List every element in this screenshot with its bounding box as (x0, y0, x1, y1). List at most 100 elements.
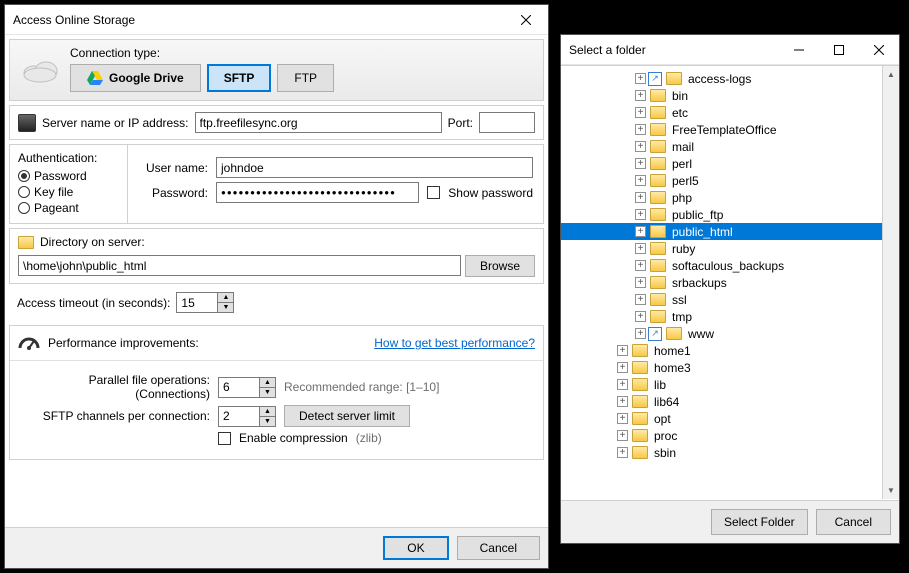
google-drive-button[interactable]: Google Drive (70, 64, 201, 92)
tree-item[interactable]: +public_ftp (561, 206, 899, 223)
detect-limit-button[interactable]: Detect server limit (284, 405, 410, 427)
expand-icon[interactable]: + (635, 209, 646, 220)
ftp-button[interactable]: FTP (277, 64, 334, 92)
folder-icon (632, 378, 648, 391)
parallel-stepper[interactable]: ▲▼ (218, 377, 276, 398)
auth-pageant-radio[interactable]: Pageant (18, 201, 117, 215)
expand-icon[interactable]: + (617, 447, 628, 458)
directory-label: Directory on server: (40, 235, 145, 249)
folder-icon (632, 446, 648, 459)
expand-icon[interactable]: + (635, 124, 646, 135)
folder-icon (650, 259, 666, 272)
tree-item[interactable]: +perl (561, 155, 899, 172)
port-input[interactable] (479, 112, 535, 133)
tree-item[interactable]: +mail (561, 138, 899, 155)
expand-icon[interactable]: + (635, 192, 646, 203)
expand-icon[interactable]: + (635, 328, 646, 339)
dialog-button-bar: OK Cancel (5, 527, 548, 568)
spin-up-icon[interactable]: ▲ (218, 293, 233, 303)
tree-item[interactable]: + lib64 (561, 393, 899, 410)
tree-item[interactable]: +ssl (561, 291, 899, 308)
server-input[interactable] (195, 112, 442, 133)
close-button[interactable] (859, 35, 899, 64)
expand-icon[interactable]: + (635, 158, 646, 169)
expand-icon[interactable]: + (635, 294, 646, 305)
tree-item[interactable]: +public_html (561, 223, 899, 240)
scrollbar[interactable]: ▲ ▼ (882, 66, 899, 499)
expand-icon[interactable]: + (635, 73, 646, 84)
tree-item[interactable]: +opt (561, 410, 899, 427)
folder-icon (650, 106, 666, 119)
expand-icon[interactable]: + (617, 430, 628, 441)
minimize-button[interactable] (779, 35, 819, 64)
tree-item[interactable]: +bin (561, 87, 899, 104)
expand-icon[interactable]: + (635, 260, 646, 271)
cancel-button[interactable]: Cancel (457, 536, 540, 560)
folder-icon (632, 429, 648, 442)
channels-stepper[interactable]: ▲▼ (218, 406, 276, 427)
expand-icon[interactable]: + (635, 90, 646, 101)
recommended-range: Recommended range: [1–10] (284, 380, 439, 394)
tree-item[interactable]: +etc (561, 104, 899, 121)
tree-item[interactable]: +proc (561, 427, 899, 444)
expand-icon[interactable]: + (635, 141, 646, 152)
sftp-button[interactable]: SFTP (207, 64, 272, 92)
expand-icon[interactable]: + (635, 311, 646, 322)
folder-tree[interactable]: +↗access-logs+bin+etc+FreeTemplateOffice… (561, 66, 899, 465)
tree-item[interactable]: +srbackups (561, 274, 899, 291)
tree-item[interactable]: +ruby (561, 240, 899, 257)
show-password-checkbox[interactable] (427, 186, 440, 199)
expand-icon[interactable]: + (635, 226, 646, 237)
tree-item[interactable]: +softaculous_backups (561, 257, 899, 274)
tree-item-label: www (688, 327, 714, 341)
shortcut-icon: ↗ (648, 327, 662, 341)
directory-input[interactable] (18, 255, 461, 276)
tree-item[interactable]: +↗ www (561, 325, 899, 342)
tree-item[interactable]: + sbin (561, 444, 899, 461)
expand-icon[interactable]: + (617, 345, 628, 356)
spin-down-icon[interactable]: ▼ (218, 303, 233, 312)
tree-item[interactable]: +perl5 (561, 172, 899, 189)
tree-item[interactable]: +home3 (561, 359, 899, 376)
titlebar: Select a folder (561, 35, 899, 65)
tree-item-label: sbin (654, 446, 676, 460)
window-title: Access Online Storage (13, 13, 503, 27)
expand-icon[interactable]: + (635, 277, 646, 288)
timeout-stepper[interactable]: ▲▼ (176, 292, 234, 313)
ok-button[interactable]: OK (383, 536, 448, 560)
expand-icon[interactable]: + (617, 413, 628, 424)
scroll-up-icon[interactable]: ▲ (883, 66, 899, 83)
tree-item-label: lib64 (654, 395, 679, 409)
show-password-label: Show password (448, 186, 533, 200)
folder-icon (650, 310, 666, 323)
username-input[interactable] (216, 157, 533, 178)
tree-item[interactable]: +home1 (561, 342, 899, 359)
expand-icon[interactable]: + (635, 243, 646, 254)
cloud-icon (20, 55, 60, 83)
compression-checkbox[interactable] (218, 432, 231, 445)
tree-item[interactable]: +tmp (561, 308, 899, 325)
expand-icon[interactable]: + (617, 362, 628, 373)
expand-icon[interactable]: + (617, 379, 628, 390)
tree-item[interactable]: +lib (561, 376, 899, 393)
tree-item[interactable]: +FreeTemplateOffice (561, 121, 899, 138)
browse-button[interactable]: Browse (465, 255, 535, 277)
expand-icon[interactable]: + (617, 396, 628, 407)
scroll-down-icon[interactable]: ▼ (883, 482, 899, 499)
performance-section: Performance improvements: How to get bes… (9, 325, 544, 460)
access-online-storage-dialog: Access Online Storage Connection type: G… (4, 4, 549, 569)
auth-keyfile-radio[interactable]: Key file (18, 185, 117, 199)
select-folder-button[interactable]: Select Folder (711, 509, 808, 535)
folder-icon (650, 123, 666, 136)
expand-icon[interactable]: + (635, 107, 646, 118)
tree-item[interactable]: +↗access-logs (561, 70, 899, 87)
performance-help-link[interactable]: How to get best performance? (374, 336, 535, 350)
tree-item[interactable]: +php (561, 189, 899, 206)
parallel-sublabel: (Connections) (20, 387, 210, 401)
auth-password-radio[interactable]: Password (18, 169, 117, 183)
maximize-button[interactable] (819, 35, 859, 64)
close-button[interactable] (503, 5, 548, 34)
expand-icon[interactable]: + (635, 175, 646, 186)
cancel-button[interactable]: Cancel (816, 509, 891, 535)
password-input[interactable] (216, 182, 419, 203)
